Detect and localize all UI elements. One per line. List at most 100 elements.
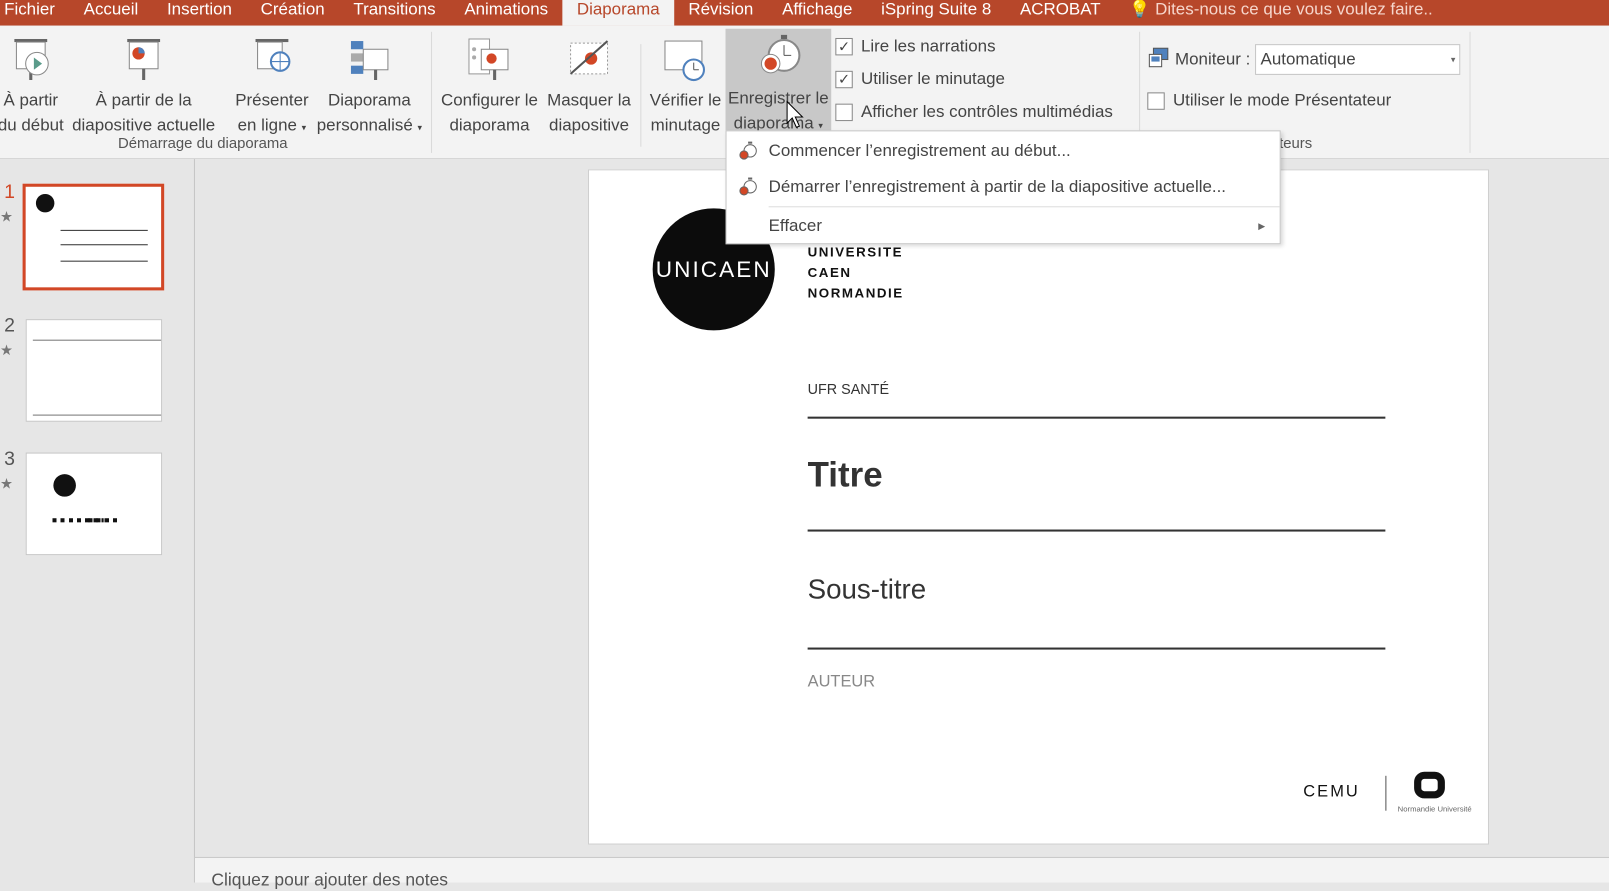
tab-affichage[interactable]: Affichage [768,0,867,26]
from-current-slide-button[interactable]: À partir de la diapositive actuelle [68,31,220,138]
ribbon-tabs: Fichier Accueil Insertion Création Trans… [0,0,1609,26]
label: personnalisé ▾ [316,115,423,135]
checkbox-empty [1147,92,1165,110]
present-online-icon [232,31,312,88]
tab-diaporama[interactable]: Diaporama [562,0,675,26]
slide-number: 2 [4,315,15,337]
divider [1385,775,1387,811]
presenter-view-checkbox[interactable]: Utiliser le mode Présentateur [1147,91,1391,110]
label: minutage [650,115,721,135]
slide-canvas[interactable]: UNICAEN UNIVERSITE CAEN NORMANDIE UFR SA… [588,169,1490,845]
group-divider [640,44,642,147]
monitor-row: Moniteur : Automatique ▾ [1147,44,1461,75]
slide-thumbnail-3[interactable] [25,452,163,556]
submenu-arrow-icon: ▶ [1258,220,1266,231]
hide-slide-icon [544,31,634,88]
tab-animations[interactable]: Animations [450,0,562,26]
checkmark-icon: ✓ [835,70,853,89]
tab-insertion[interactable]: Insertion [153,0,247,26]
label: Diaporama [328,91,411,110]
chevron-down-icon: ▾ [818,120,824,131]
record-stopwatch-icon [726,29,832,86]
univ-line: NORMANDIE [807,285,904,301]
slide-thumbnail-1[interactable] [22,183,165,291]
label: À partir de la [95,91,192,110]
author-text[interactable]: AUTEUR [808,673,876,691]
monitor-value: Automatique [1260,49,1356,69]
monitor-select[interactable]: Automatique ▾ [1255,44,1461,75]
label: Afficher les contrôles multimédias [860,102,1113,122]
label: Effacer [768,216,822,235]
checkmark-icon: ✓ [835,37,853,56]
setup-show-icon [437,31,542,88]
animation-star-icon: ★ [0,341,13,359]
univ-line: CAEN [807,264,852,281]
chevron-down-icon: ▾ [1450,53,1456,65]
checkbox-empty [835,103,853,122]
tab-revision[interactable]: Révision [674,0,768,26]
divider [807,529,1386,532]
menu-item-record-from-start[interactable]: Commencer l’enregistrement au début... [727,133,1280,168]
record-dropdown-menu: Commencer l’enregistrement au début... D… [725,130,1281,245]
record-stopwatch-icon [727,177,769,198]
cemu-logo: CEMU [1303,782,1360,801]
setup-show-button[interactable]: Configurer le diaporama [437,31,542,138]
show-media-controls-checkbox[interactable]: Afficher les contrôles multimédias [835,103,1113,122]
chevron-down-icon: ▾ [301,122,307,133]
label: À partir [3,91,59,110]
tell-me-text: Dites-nous ce que vous voulez faire.. [1155,0,1433,19]
slide-number: 1 [4,181,15,204]
normandie-logo-text: Normandie Université [1397,804,1472,814]
slide-thumbnail-2[interactable] [25,319,163,422]
label: du début [0,115,64,135]
slide-title[interactable]: Titre [808,456,883,496]
label: Vérifier le [649,91,722,110]
rehearse-timings-icon [647,31,725,88]
custom-show-button[interactable]: Diaporama personnalisé ▾ [312,31,427,140]
tab-creation[interactable]: Création [246,0,339,26]
notes-pane[interactable]: Cliquez pour ajouter des notes [194,856,1609,890]
label: Commencer l’enregistrement au début... [768,141,1071,160]
record-stopwatch-icon [727,141,769,162]
label: diaporama [449,115,530,135]
label: diapositive actuelle [72,115,216,135]
custom-show-icon [312,31,427,88]
group-divider [431,31,433,153]
label: Configurer le [441,91,538,110]
menu-item-record-from-current[interactable]: Démarrer l’enregistrement à partir de la… [727,169,1280,204]
ufr-text[interactable]: UFR SANTÉ [808,381,889,397]
from-start-button[interactable]: À partir du début [0,31,68,138]
label: Démarrer l’enregistrement à partir de la… [768,177,1227,196]
slide-subtitle[interactable]: Sous-titre [808,574,927,606]
use-timings-checkbox[interactable]: ✓ Utiliser le minutage [835,70,1005,89]
notes-placeholder: Cliquez pour ajouter des notes [211,870,449,890]
label: Masquer la [547,91,631,110]
play-from-current-icon [68,31,220,88]
label: Utiliser le minutage [860,69,1005,89]
tab-transitions[interactable]: Transitions [339,0,450,26]
group-label-start: Démarrage du diaporama [118,135,288,152]
normandie-logo-icon [1414,771,1445,799]
play-narrations-checkbox[interactable]: ✓ Lire les narrations [835,37,996,56]
tab-accueil[interactable]: Accueil [69,0,152,26]
present-online-button[interactable]: Présenter en ligne ▾ [232,31,312,140]
lightbulb-icon: 💡 [1129,0,1151,19]
chevron-down-icon: ▾ [417,122,423,133]
mouse-cursor-icon [786,100,804,135]
play-from-start-icon [0,31,68,88]
monitor-label: Moniteur : [1174,49,1251,69]
label: diapositive [549,115,630,135]
record-slideshow-button[interactable]: Enregistrer le diaporama ▾ [725,28,832,132]
tab-ispring[interactable]: iSpring Suite 8 [867,0,1006,26]
tab-fichier[interactable]: Fichier [0,0,69,26]
rehearse-timings-button[interactable]: Vérifier le minutage [647,31,725,138]
slide-thumbnails-pane: 1 ★ 2 ★ 3 ★ [0,159,195,883]
tell-me-search[interactable]: 💡 Dites-nous ce que vous voulez faire.. [1115,0,1447,26]
hide-slide-button[interactable]: Masquer la diapositive [544,31,634,138]
animation-star-icon: ★ [0,208,13,225]
menu-item-clear[interactable]: Effacer ▶ [727,208,1280,243]
menu-separator [768,206,1280,208]
university-name: UNIVERSITE CAEN NORMANDIE [808,242,904,304]
animation-star-icon: ★ [0,475,13,492]
tab-acrobat[interactable]: ACROBAT [1006,0,1115,26]
